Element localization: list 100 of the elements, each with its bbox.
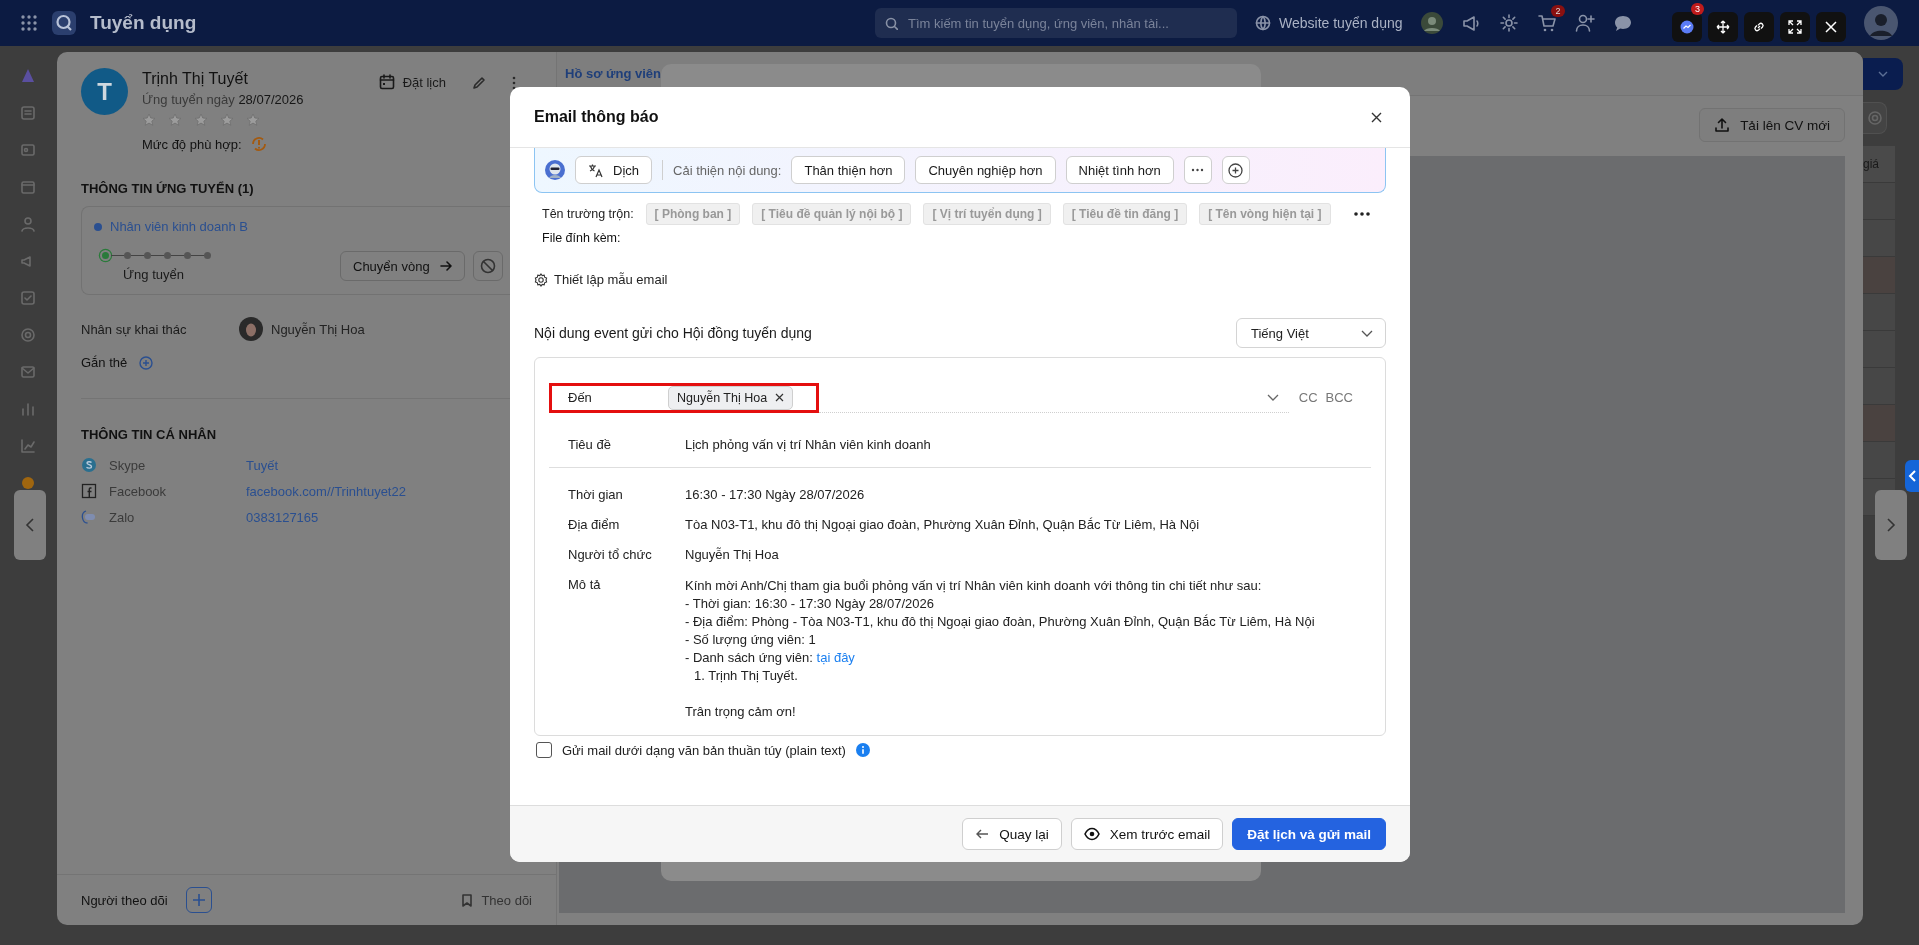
link-button[interactable] [1744, 12, 1774, 42]
translate-icon [588, 162, 603, 178]
search-field[interactable]: Tìm kiếm tin tuyển dụng, ứng viên, nhân tài... [875, 8, 1237, 38]
apps-grid-icon[interactable] [20, 14, 38, 32]
applied-date: Ứng tuyển ngày 28/07/2026 [142, 92, 304, 107]
stage-dot[interactable] [204, 252, 211, 259]
id-card-icon[interactable] [20, 142, 36, 158]
more-horizontal-icon [1191, 168, 1205, 172]
logo-icon[interactable] [52, 11, 76, 35]
more-vertical-icon[interactable] [512, 76, 516, 90]
messenger-button[interactable] [1672, 12, 1702, 42]
stage-dot[interactable] [164, 252, 171, 259]
profile-tab[interactable]: Hồ sơ ứng viên [557, 54, 669, 93]
badge-icon[interactable] [20, 475, 36, 491]
info-icon [855, 743, 870, 757]
field-label: Tên trường trộn: [542, 207, 634, 221]
settings-button[interactable] [1863, 102, 1887, 134]
cc-link[interactable]: CC [1298, 390, 1318, 405]
field-value: Nguyễn Thị Hoa [685, 547, 779, 562]
cart-icon[interactable] [1536, 13, 1557, 33]
add-follower-button[interactable] [185, 887, 212, 913]
stage-dot[interactable] [144, 252, 151, 259]
bcc-link[interactable]: BCC [1325, 390, 1353, 405]
bookmark-icon [461, 893, 474, 907]
translate-button[interactable]: Dịch [575, 156, 652, 184]
user-plus-icon[interactable] [1574, 13, 1595, 33]
add-circle-icon[interactable] [139, 355, 154, 370]
merge-field-tag[interactable]: [ Tên vòng hiện tại ] [1199, 203, 1331, 225]
candidate-list-link[interactable]: tại đây [816, 650, 855, 665]
improve-label: Cải thiện nội dung: [673, 162, 782, 178]
chevron-down-icon [1266, 393, 1279, 401]
move-arrows-icon [1716, 20, 1730, 34]
close-button[interactable] [1816, 12, 1846, 42]
more-horizontal-icon [1354, 212, 1370, 216]
language-dropdown[interactable]: Tiếng Việt [1236, 318, 1386, 348]
move-arrows-button[interactable] [1708, 12, 1738, 42]
avatar-icon[interactable] [1420, 12, 1443, 34]
bar-chart-icon[interactable] [20, 401, 36, 417]
stage-dot[interactable] [124, 252, 131, 259]
field-label: Địa điểm [568, 517, 621, 532]
merge-field-tag[interactable]: [ Tiêu đề tin đăng ] [1062, 203, 1188, 225]
chevron-left-icon [1907, 470, 1917, 482]
field-label: Skype [109, 457, 146, 473]
calendar-icon [378, 74, 395, 90]
field-label: Thời gian [568, 487, 624, 502]
stage-dot[interactable] [184, 252, 191, 259]
add-button[interactable] [1221, 156, 1250, 184]
upload-cv-button[interactable]: Tải lên CV mới [1699, 108, 1845, 142]
website-link[interactable]: Website tuyển dụng [1255, 15, 1403, 31]
user-avatar-icon[interactable] [1864, 6, 1898, 40]
chat-logo-icon [81, 509, 97, 525]
field-label: Zalo [109, 509, 135, 525]
chat-icon[interactable] [1612, 13, 1633, 33]
section-heading: THÔNG TIN ỨNG TUYỂN (1) [81, 181, 255, 196]
field-label: Gắn thẻ [81, 355, 128, 370]
candidate-name: Trịnh Thị Tuyết [142, 70, 249, 88]
field-label: File đính kèm: [541, 231, 622, 245]
settings-icon[interactable] [1498, 13, 1519, 33]
checkbox[interactable] [536, 742, 552, 758]
merge-field-tag[interactable]: [ Vị trí tuyển dụng ] [923, 203, 1051, 225]
chevron-left-icon [24, 517, 36, 533]
megaphone-icon[interactable] [1460, 13, 1481, 33]
back-button[interactable]: Quay lại [962, 818, 1062, 850]
rewrite-option-button[interactable]: Nhiệt tình hơn [1065, 156, 1174, 184]
rewrite-option-button[interactable]: Thân thiện hơn [791, 156, 906, 184]
line-chart-icon[interactable] [20, 438, 36, 454]
checkbox-icon[interactable] [20, 290, 36, 306]
schedule-send-button[interactable]: Đặt lịch và gửi mail [1232, 818, 1386, 850]
merge-field-tag[interactable]: [ Phòng ban ] [645, 203, 741, 225]
collapse-button[interactable] [1905, 460, 1919, 492]
field-value: 16:30 - 17:30 Ngày 28/07/2026 [685, 487, 865, 502]
follow-button[interactable]: Theo dõi [461, 892, 532, 908]
chevron-right-icon [1885, 517, 1897, 533]
reject-button[interactable] [472, 251, 503, 281]
expand-button[interactable] [1780, 12, 1810, 42]
recipient-field[interactable]: Đến Nguyễn Thị Hoa [549, 382, 819, 413]
subject-text: Lịch phỏng vấn vị trí Nhân viên kinh doanh [685, 437, 931, 452]
merge-field-tag[interactable]: [ Tiêu đề quản lý nội bộ ] [752, 203, 912, 225]
recipient-chip[interactable]: Nguyễn Thị Hoa [668, 385, 794, 410]
pencil-icon[interactable] [472, 76, 486, 90]
preview-email-button[interactable]: Xem trước email [1070, 818, 1224, 850]
document-icon[interactable] [20, 105, 36, 121]
move-stage-button[interactable]: Chuyển vòng [340, 251, 465, 281]
dropdown-button[interactable] [1863, 58, 1903, 90]
email-template-link[interactable]: Thiết lập mẫu email [534, 272, 1386, 287]
previous-button[interactable] [14, 490, 46, 560]
field-label: Tiêu đề [568, 437, 612, 452]
description-text: Kính mời Anh/Chị tham gia buổi phỏng vấn vị trí Nhân viên kinh doanh với thông tin chi tiết như sau: [685, 578, 1262, 593]
star-icon [168, 113, 182, 127]
schedule-button[interactable]: Đặt lịch [378, 74, 446, 90]
facebook-logo-icon [81, 483, 97, 499]
stage-dot[interactable] [100, 250, 111, 261]
rewrite-option-button[interactable]: Chuyên nghiệp hơn [915, 156, 1056, 184]
target-icon[interactable] [20, 327, 36, 343]
warning-sync-icon [249, 135, 268, 153]
calendar-icon[interactable] [20, 179, 36, 195]
candidate-avatar: T [81, 68, 128, 115]
add-circle-icon [1228, 162, 1244, 178]
mail-icon[interactable] [20, 364, 36, 380]
user-icon[interactable] [20, 216, 36, 232]
